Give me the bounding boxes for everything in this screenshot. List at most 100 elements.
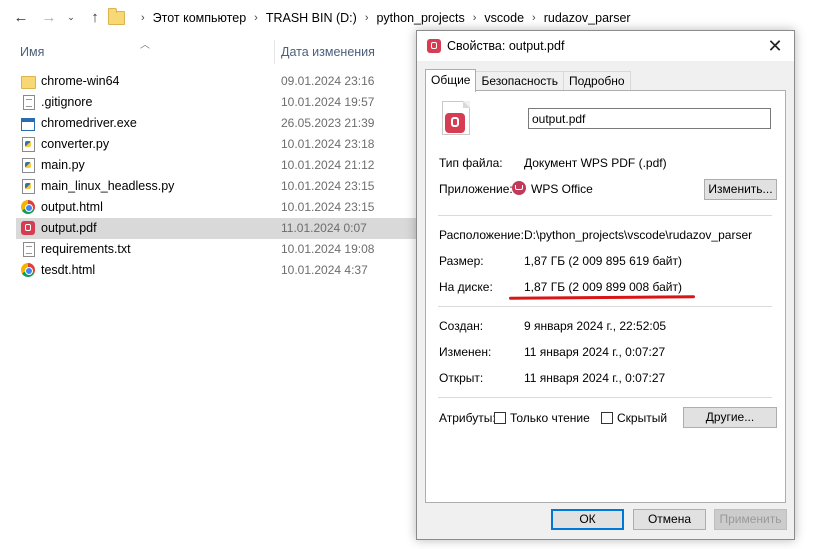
chevron-down-icon[interactable]: ⌄	[60, 6, 82, 28]
file-name: requirements.txt	[41, 242, 131, 256]
list-item[interactable]: output.html 10.01.2024 23:15	[16, 197, 416, 218]
pdf-file-icon	[442, 101, 470, 135]
list-item[interactable]: converter.py 10.01.2024 23:18	[16, 134, 416, 155]
sort-up-icon: ︿	[140, 40, 150, 51]
ok-button[interactable]: ОК	[551, 509, 624, 530]
text-file-icon	[23, 95, 35, 110]
back-arrow-icon[interactable]: ←	[10, 6, 32, 28]
file-name: chromedriver.exe	[41, 116, 137, 130]
list-item[interactable]: main.py 10.01.2024 21:12	[16, 155, 416, 176]
python-file-icon	[22, 179, 35, 194]
modified-value: 11 января 2024 г., 0:07:27	[524, 345, 666, 359]
readonly-checkbox[interactable]	[494, 412, 506, 424]
chevron-right-icon: ›	[254, 12, 258, 24]
attributes-label: Атрибуты:	[439, 411, 496, 425]
exe-icon	[21, 118, 35, 131]
list-item[interactable]: requirements.txt 10.01.2024 19:08	[16, 239, 416, 260]
chevron-right-icon: ›	[364, 12, 369, 24]
created-label: Создан:	[439, 319, 484, 333]
column-header-date[interactable]: Дата изменения	[281, 45, 375, 59]
hidden-checkbox[interactable]	[601, 412, 613, 424]
app-value: WPS Office	[512, 181, 593, 196]
size-label: Размер:	[439, 254, 484, 268]
dialog-title: Свойства: output.pdf	[447, 39, 565, 53]
location-label: Расположение:	[439, 228, 524, 242]
advanced-attributes-button[interactable]: Другие...	[683, 407, 777, 428]
tab-general[interactable]: Общие	[425, 69, 477, 92]
file-date: 10.01.2024 4:37	[281, 263, 368, 277]
chevron-right-icon: ›	[532, 12, 536, 24]
change-app-button[interactable]: Изменить...	[704, 179, 777, 200]
file-date: 09.01.2024 23:16	[281, 74, 375, 88]
size-value: 1,87 ГБ (2 009 895 619 байт)	[524, 254, 682, 268]
readonly-label[interactable]: Только чтение	[510, 411, 590, 425]
divider	[438, 306, 772, 307]
list-item-selected[interactable]: output.pdf 11.01.2024 0:07	[16, 218, 416, 239]
tab-strip: Общие Безопасность Подробно	[425, 69, 631, 92]
size-on-disk-label: На диске:	[439, 280, 493, 294]
properties-dialog: Свойства: output.pdf ✕ Общие Безопасност…	[416, 30, 795, 540]
divider	[438, 215, 772, 216]
forward-arrow-icon[interactable]: →	[38, 6, 60, 28]
file-name-input[interactable]	[528, 108, 771, 129]
red-underline-annotation	[508, 295, 696, 300]
file-date: 11.01.2024 0:07	[281, 221, 367, 235]
column-divider[interactable]	[274, 40, 275, 64]
list-item[interactable]: chromedriver.exe 26.05.2023 21:39	[16, 113, 416, 134]
up-arrow-icon[interactable]: ↑	[84, 6, 106, 28]
breadcrumb-item[interactable]: Этот компьютер	[153, 11, 246, 25]
file-date: 10.01.2024 23:15	[281, 200, 375, 214]
file-date: 10.01.2024 23:18	[281, 137, 375, 151]
file-date: 10.01.2024 23:15	[281, 179, 375, 193]
wps-pdf-icon	[427, 39, 441, 53]
file-name: output.pdf	[41, 221, 97, 235]
size-on-disk-value: 1,87 ГБ (2 009 899 008 байт)	[524, 280, 682, 294]
file-name: converter.py	[41, 137, 110, 151]
file-type-label: Тип файла:	[439, 156, 503, 170]
breadcrumb[interactable]: › Этот компьютер › TRASH BIN (D:) › pyth…	[108, 6, 840, 30]
breadcrumb-item[interactable]: rudazov_parser	[544, 11, 631, 25]
accessed-value: 11 января 2024 г., 0:07:27	[524, 371, 666, 385]
apply-button[interactable]: Применить	[714, 509, 787, 530]
dialog-titlebar[interactable]: Свойства: output.pdf ✕	[417, 31, 794, 61]
file-name: main_linux_headless.py	[41, 179, 175, 193]
close-icon[interactable]: ✕	[764, 35, 786, 57]
list-item[interactable]: .gitignore 10.01.2024 19:57	[16, 92, 416, 113]
text-file-icon	[23, 242, 35, 257]
file-date: 10.01.2024 19:08	[281, 242, 375, 256]
file-name: output.html	[41, 200, 103, 214]
cancel-button[interactable]: Отмена	[633, 509, 706, 530]
app-name: WPS Office	[531, 182, 593, 196]
file-list-header: ︿ Имя Дата изменения	[0, 36, 416, 66]
divider	[438, 397, 772, 398]
wps-office-icon	[512, 181, 526, 195]
list-item[interactable]: main_linux_headless.py 10.01.2024 23:15	[16, 176, 416, 197]
breadcrumb-item[interactable]: python_projects	[376, 11, 464, 25]
list-item[interactable]: tesdt.html 10.01.2024 4:37	[16, 260, 416, 281]
file-name: .gitignore	[41, 95, 93, 109]
wps-pdf-icon	[21, 221, 35, 235]
list-item[interactable]: chrome-win64 09.01.2024 23:16	[16, 71, 416, 92]
column-header-name[interactable]: Имя	[20, 45, 44, 59]
hidden-label[interactable]: Скрытый	[617, 411, 667, 425]
modified-label: Изменен:	[439, 345, 492, 359]
file-name: main.py	[41, 158, 85, 172]
file-name: chrome-win64	[41, 74, 120, 88]
chevron-right-icon: ›	[141, 12, 145, 24]
location-value: D:\python_projects\vscode\rudazov_parser	[524, 228, 753, 242]
file-name: tesdt.html	[41, 263, 96, 277]
breadcrumb-item[interactable]: vscode	[484, 11, 524, 25]
python-file-icon	[22, 158, 35, 173]
file-date: 10.01.2024 19:57	[281, 95, 375, 109]
chevron-right-icon: ›	[472, 12, 477, 24]
python-file-icon	[22, 137, 35, 152]
file-date: 26.05.2023 21:39	[281, 116, 375, 130]
app-label: Приложение:	[439, 182, 513, 196]
created-value: 9 января 2024 г., 22:52:05	[524, 319, 667, 333]
breadcrumb-item[interactable]: TRASH BIN (D:)	[266, 11, 357, 25]
accessed-label: Открыт:	[439, 371, 484, 385]
tab-security[interactable]: Безопасность	[475, 71, 565, 91]
file-date: 10.01.2024 21:12	[281, 158, 375, 172]
tab-details[interactable]: Подробно	[563, 71, 631, 91]
general-tab-panel: Тип файла: Документ WPS PDF (.pdf) Прило…	[425, 90, 786, 503]
